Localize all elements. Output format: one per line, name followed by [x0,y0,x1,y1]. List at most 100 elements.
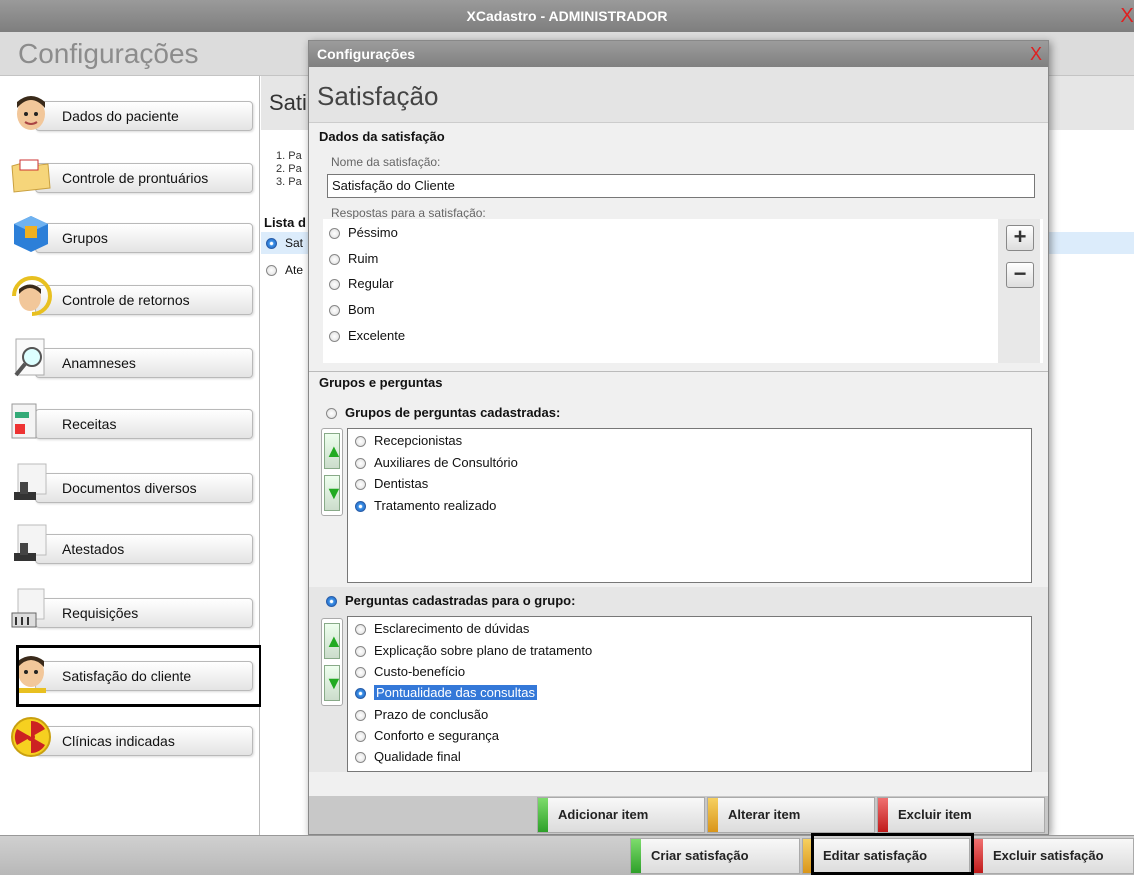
row-label: Ate [285,263,304,277]
radio-selected[interactable] [355,688,366,700]
edit-highlight-frame [811,833,974,875]
radio[interactable] [329,331,340,343]
question-item[interactable]: Conforto e segurança [355,728,499,743]
dialog-close-icon[interactable]: X [1030,41,1042,67]
answer-item[interactable]: Péssimo [329,225,398,240]
move-down-button[interactable]: ▼ [324,665,343,701]
background-row-1[interactable]: Sat [266,236,303,250]
edit-item-button[interactable]: Alterar item [707,797,875,833]
sidebar-item-label[interactable]: Anamneses [35,348,253,378]
radio[interactable] [326,408,337,420]
move-up-button[interactable]: ▲ [324,623,343,659]
sidebar-item-label[interactable]: Receitas [35,409,253,439]
radio-selected[interactable] [266,238,277,250]
radio[interactable] [355,479,366,491]
step-2: 2. Pa [276,163,302,175]
background-steps: 1. Pa 2. Pa 3. Pa [276,150,302,189]
question-item[interactable]: Esclarecimento de dúvidas [355,621,529,636]
radio[interactable] [329,254,340,266]
magnifier-icon [14,338,45,377]
row-label: Sat [285,236,304,250]
radio[interactable] [329,279,340,291]
sidebar-item-label[interactable]: Atestados [35,534,253,564]
answer-item[interactable]: Excelente [329,328,405,343]
sidebar-item-label[interactable]: Controle de retornos [35,285,253,315]
question-item-selected[interactable]: Pontualidade das consultas [355,685,538,700]
sidebar-item-controle-prontuarios[interactable]: Controle de prontuários [10,146,260,206]
sidebar-item-label[interactable]: Clínicas indicadas [35,726,253,756]
sidebar-item-grupos[interactable]: Grupos [10,206,260,266]
group-item-selected[interactable]: Tratamento realizado [355,498,496,513]
groups-order-buttons: ▲ ▼ [321,428,343,516]
stamp-icon [14,463,47,500]
radio-selected[interactable] [326,596,337,608]
sidebar-highlight-frame [16,645,262,707]
sidebar-item-dados-paciente[interactable]: Dados do paciente [10,84,260,144]
background-row-2[interactable]: Ate [266,263,303,277]
radio[interactable] [355,752,366,764]
delete-satisfaction-button[interactable]: Excluir satisfação [972,838,1134,874]
radio[interactable] [329,305,340,317]
sidebar-item-controle-retornos[interactable]: Controle de retornos [10,268,260,328]
dialog-footer: Adicionar item Alterar item Excluir item [309,796,1048,834]
background-list-label: Lista d [264,215,306,230]
sidebar-item-documentos-diversos[interactable]: Documentos diversos [10,456,260,516]
sidebar-item-receitas[interactable]: Receitas [10,392,260,452]
radio[interactable] [355,667,366,679]
groups-option[interactable]: Grupos de perguntas cadastradas: [326,405,560,420]
app-titlebar: XCadastro - ADMINISTRADOR X [0,0,1134,32]
answers-label: Respostas para a satisfação: [331,206,486,220]
edit-item-label: Alterar item [728,807,801,822]
delete-item-button[interactable]: Excluir item [877,797,1045,833]
radio[interactable] [355,710,366,722]
sidebar-item-label[interactable]: Grupos [35,223,253,253]
answer-item[interactable]: Bom [329,302,375,317]
sidebar-item-clinicas-indicadas[interactable]: Clínicas indicadas [10,709,260,769]
question-item[interactable]: Custo-benefício [355,664,465,679]
add-answer-button[interactable]: + [1006,225,1034,251]
app-close-icon[interactable]: X [1120,0,1134,32]
step-1: 1. Pa [276,150,302,162]
sidebar-item-label[interactable]: Controle de prontuários [35,163,253,193]
group-item[interactable]: Dentistas [355,476,428,491]
sidebar-item-requisicoes[interactable]: Requisições [10,581,260,641]
group-item[interactable]: Recepcionistas [355,433,462,448]
radio[interactable] [355,436,366,448]
dialog-title: Configurações [317,46,416,62]
add-item-button[interactable]: Adicionar item [537,797,705,833]
question-item[interactable]: Prazo de conclusão [355,707,488,722]
create-satisfaction-button[interactable]: Criar satisfação [630,838,800,874]
radio[interactable] [355,624,366,636]
sidebar-item-anamneses[interactable]: Anamneses [10,331,260,391]
satisfaction-name-input[interactable]: Satisfação do Cliente [327,174,1035,198]
radio[interactable] [355,731,366,743]
move-up-button[interactable]: ▲ [324,433,343,469]
answer-item[interactable]: Ruim [329,251,378,266]
sidebar-item-atestados[interactable]: Atestados [10,517,260,577]
remove-answer-button[interactable]: − [1006,262,1034,288]
sidebar-item-label[interactable]: Documentos diversos [35,473,253,503]
answers-list [323,219,1043,363]
radio[interactable] [355,458,366,470]
radio[interactable] [266,265,277,277]
dialog-header: Satisfação [309,67,1048,123]
sidebar-item-label[interactable]: Requisições [35,598,253,628]
cube-icon [14,216,48,252]
question-item[interactable]: Explicação sobre plano de tratamento [355,643,592,658]
question-item[interactable]: Qualidade final [355,749,461,764]
move-down-button[interactable]: ▼ [324,475,343,511]
radio-selected[interactable] [355,501,366,513]
sidebar-item-label[interactable]: Dados do paciente [35,101,253,131]
questions-option[interactable]: Perguntas cadastradas para o grupo: [326,593,575,608]
add-item-label: Adicionar item [558,807,649,822]
dialog-heading: Satisfação [317,81,439,111]
radio[interactable] [355,646,366,658]
group-label: Auxiliares de Consultório [374,455,518,470]
groups-list: Recepcionistas Auxiliares de Consultório… [347,428,1032,583]
answer-item[interactable]: Regular [329,276,394,291]
requisition-icon [11,588,45,628]
group-item[interactable]: Auxiliares de Consultório [355,455,518,470]
radio[interactable] [329,228,340,240]
page-title: Configurações [18,38,199,69]
groups-option-label: Grupos de perguntas cadastradas: [345,405,561,420]
